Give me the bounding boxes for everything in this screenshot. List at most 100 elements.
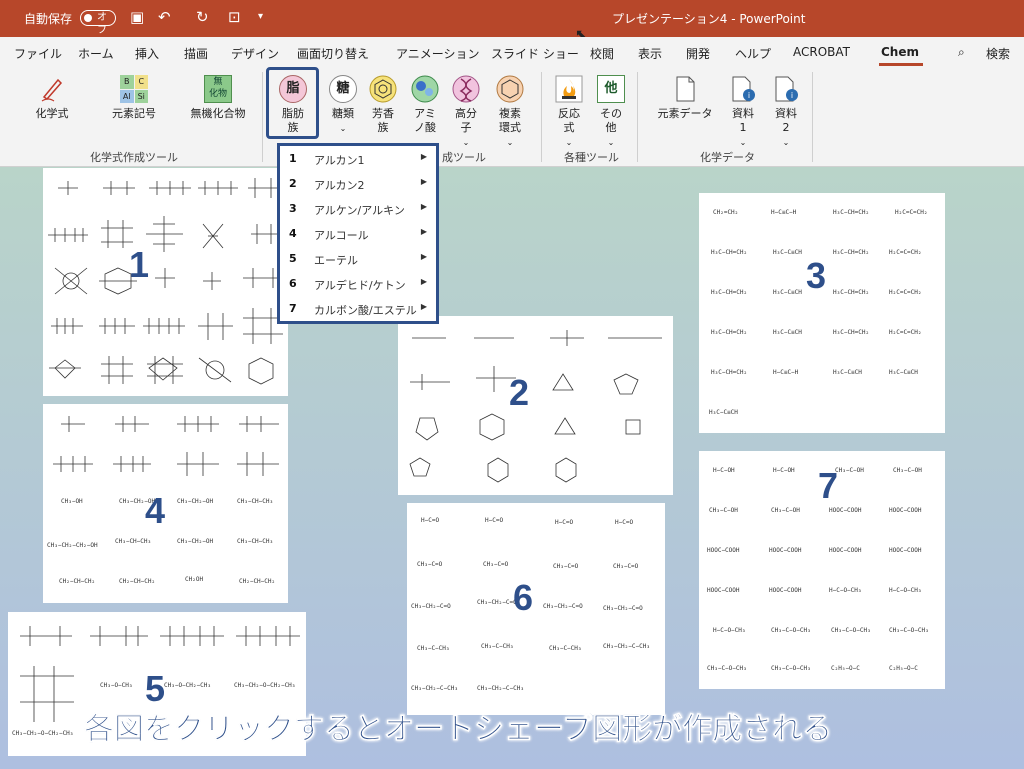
aliphatic-dropdown-menu: 1 アルカン1 ▶ 2 アルカン2 ▶ 3 アルケン/アルキン ▶ 4 アルコー…	[277, 143, 439, 324]
structure-panel-6[interactable]: H−C=O H−C=O H−C=O H−C=O CH₃−C=O CH₃−C=O …	[407, 503, 665, 715]
group-separator	[541, 72, 542, 162]
structure-label: CH₃−C−OH	[709, 507, 738, 514]
structure-label: H₃C−CH=CH₂	[711, 329, 748, 336]
presentation-icon[interactable]: ⊡	[228, 7, 241, 27]
structure-label: H₃C−C≡CH	[773, 289, 802, 296]
menu-item-alkane2[interactable]: 2 アルカン2 ▶	[280, 171, 436, 196]
structure-label: H−C−OH	[773, 467, 795, 474]
submenu-arrow-icon: ▶	[420, 302, 427, 311]
structure-label: CH₃−C−CH₃	[481, 643, 514, 650]
menu-item-label: アルケン/アルキン	[314, 204, 405, 217]
tab-acrobat[interactable]: ACROBAT	[793, 45, 850, 59]
structure-panel-3[interactable]: CH₂=CH₂ H−C≡C−H H₃C−CH=CH₂ H₂C=C=CH₂ H₃C…	[699, 193, 945, 433]
sugars-label: 糖類	[332, 107, 354, 120]
aromatic-button[interactable]: 芳香族 ⌄	[366, 75, 400, 150]
inorganic-button[interactable]: 無 化物 無機化合物	[186, 75, 250, 121]
panel-number-3: 3	[806, 255, 827, 296]
structure-label: H₂C=C=CH₂	[895, 209, 928, 216]
material1-label: 資料1	[732, 107, 754, 134]
slide-caption: 各図をクリックするとオートシェープ図形が作成される	[84, 712, 833, 748]
panel-number-6: 6	[513, 577, 534, 618]
reaction-button[interactable]: 反応式 ⌄	[552, 75, 586, 150]
heterocycle-label: 複素環式	[499, 107, 521, 134]
tab-transitions[interactable]: 画面切り替え	[297, 45, 369, 62]
tab-draw[interactable]: 描画	[184, 45, 208, 62]
other-button[interactable]: 他 その他 ⌄	[594, 75, 628, 150]
search-icon[interactable]: ⌕	[958, 45, 965, 60]
structure-label: H₂C=C=CH₂	[889, 289, 922, 296]
tab-slideshow[interactable]: スライド ショー	[491, 45, 579, 62]
structure-label: CH₃−C−O−CH₃	[771, 665, 811, 672]
structure-label: CH₃−C−O−CH₃	[707, 665, 747, 672]
save-icon[interactable]: ▣	[130, 7, 144, 27]
submenu-arrow-icon: ▶	[420, 202, 427, 211]
structure-label: H₃C−CH=CH₂	[833, 329, 870, 336]
structure-label: CH₃−CH₂−C−CH₃	[477, 685, 524, 692]
element-data-button[interactable]: 元素データ	[654, 75, 716, 121]
structure-label: CH₃−CH₂−C=O	[603, 605, 643, 612]
material1-button[interactable]: i 資料1 ⌄	[726, 75, 760, 150]
tab-help[interactable]: ヘルプ	[735, 45, 771, 62]
structure-label: CH₃−CH−CH₃	[237, 498, 274, 505]
chevron-down-icon: ⌄	[506, 138, 514, 147]
panel-number-4: 4	[145, 490, 166, 531]
group-label-formula-tools: 化学式作成ツール	[90, 151, 178, 164]
redo-icon[interactable]: ↻	[196, 7, 209, 27]
submenu-arrow-icon: ▶	[420, 277, 427, 286]
tab-chem[interactable]: Chem	[881, 45, 919, 59]
menu-item-number: 1	[289, 152, 297, 165]
structure-label: HOOC−COOH	[707, 587, 740, 594]
structure-panel-7[interactable]: H−C−OH H−C−OH CH₃−C−OH CH₃−C−OH CH₃−C−OH…	[699, 451, 945, 689]
menu-item-carboxylic-ester[interactable]: 7 カルボン酸/エステル ▶	[280, 296, 436, 321]
structure-label: H₃C−C≡CH	[889, 369, 918, 376]
menu-item-aldehyde-ketone[interactable]: 6 アルデヒド/ケトン ▶	[280, 271, 436, 296]
structure-label: CH₃−C−OH	[893, 467, 922, 474]
document-icon	[676, 76, 695, 102]
ribbon-tabs: ファイル ホーム 挿入 描画 デザイン 画面切り替え アニメーション スライド …	[0, 37, 1024, 67]
structure-panel-4[interactable]: CH₃−OH CH₃−CH₂−OH CH₃−CH₂−OH CH₃−CH−CH₃ …	[43, 404, 288, 603]
structure-label: CH₃−CH₂−O−CH₂−CH₃	[12, 730, 74, 737]
tab-developer[interactable]: 開発	[686, 45, 710, 62]
structure-panel-1[interactable]: 1	[43, 168, 288, 396]
group-label-creation-tools: 成ツール	[442, 151, 486, 164]
amino-acid-button[interactable]: アミノ酸 ⌄	[406, 75, 444, 150]
tab-animations[interactable]: アニメーション	[396, 45, 480, 62]
tab-home[interactable]: ホーム	[78, 45, 114, 62]
customize-qat-icon[interactable]: ▾	[258, 7, 263, 27]
structure-panel-2[interactable]: 2	[398, 316, 673, 495]
chevron-down-icon: ⌄	[339, 124, 347, 133]
active-tab-indicator	[879, 63, 923, 66]
autosave-toggle[interactable]: オフ	[80, 10, 116, 36]
menu-item-alkane1[interactable]: 1 アルカン1 ▶	[280, 146, 436, 171]
tab-review[interactable]: 校閲	[590, 45, 614, 62]
tab-insert[interactable]: 挿入	[135, 45, 159, 62]
structure-label: H−C−O−CH₃	[889, 587, 922, 594]
document-title: プレゼンテーション4 - PowerPoint	[612, 12, 806, 26]
menu-item-ether[interactable]: 5 エーテル ▶	[280, 246, 436, 271]
structure-label: CH₃−O−CH₃	[100, 682, 133, 689]
tab-file[interactable]: ファイル	[14, 45, 62, 62]
undo-icon[interactable]: ↶	[158, 7, 171, 27]
panel-number-7: 7	[818, 465, 839, 506]
element-symbol-button[interactable]: B C Al Si 元素記号	[104, 75, 164, 121]
autosave-label: 自動保存	[24, 12, 73, 26]
menu-item-alcohol[interactable]: 4 アルコール ▶	[280, 221, 436, 246]
tab-design[interactable]: デザイン	[231, 45, 279, 62]
group-separator	[812, 72, 813, 162]
heterocycle-button[interactable]: 複素環式 ⌄	[490, 75, 530, 150]
formula-button[interactable]: 化学式	[24, 75, 80, 121]
sugars-button[interactable]: 糖 糖類 ⌄	[326, 75, 360, 136]
structure-label: H−C=O	[555, 519, 574, 526]
group-separator	[637, 72, 638, 162]
material2-button[interactable]: i 資料2 ⌄	[769, 75, 803, 150]
search-label[interactable]: 検索	[986, 45, 1010, 62]
info-document-icon: i	[775, 76, 798, 102]
panel-number-2: 2	[509, 372, 530, 413]
polymer-button[interactable]: 高分子 ⌄	[449, 75, 483, 150]
element-symbol-label: 元素記号	[112, 107, 156, 120]
menu-item-alkene-alkyne[interactable]: 3 アルケン/アルキン ▶	[280, 196, 436, 221]
structure-label: H−C−O−CH₃	[713, 627, 746, 634]
tab-view[interactable]: 表示	[638, 45, 662, 62]
structure-label: CH₃−CH₂−O−CH₂−CH₃	[234, 682, 296, 689]
menu-item-number: 6	[289, 277, 297, 290]
